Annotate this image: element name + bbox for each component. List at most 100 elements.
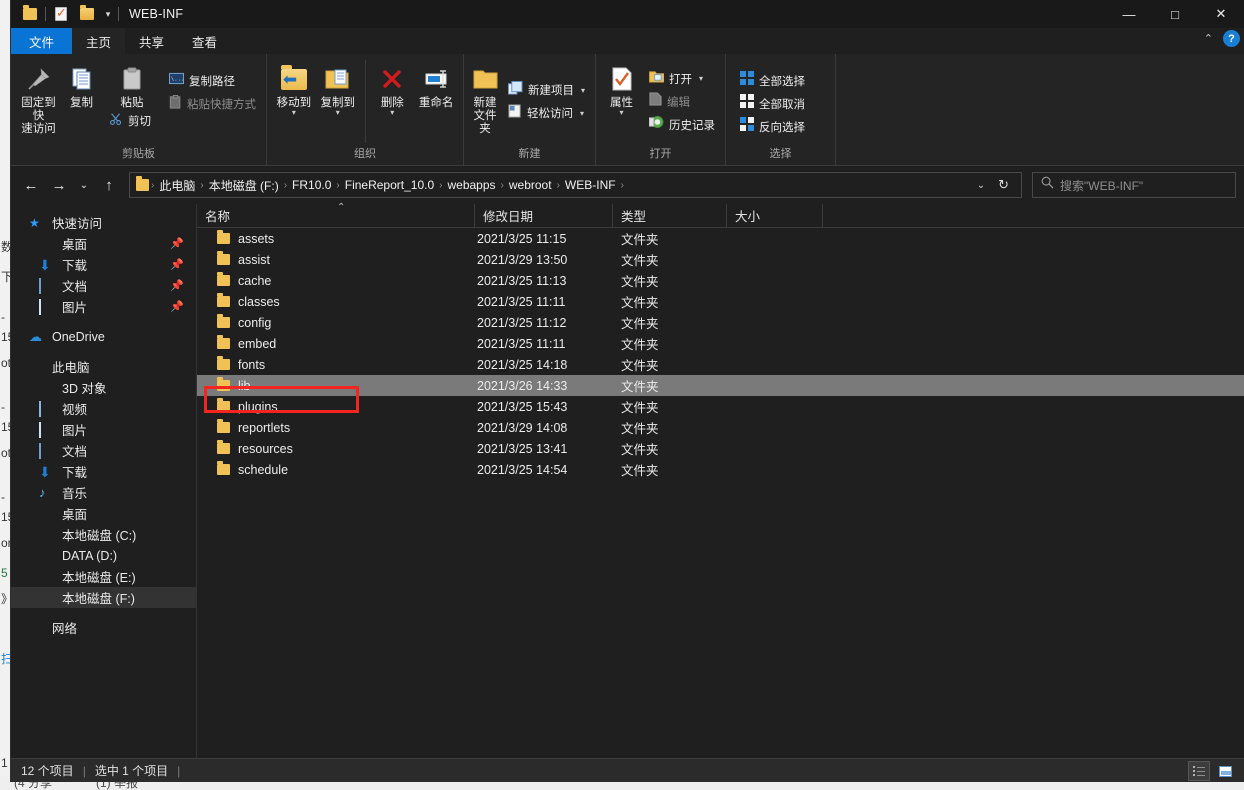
new-folder-button[interactable]: 新建 文件夹	[470, 58, 500, 145]
select-all-button[interactable]: 全部选择	[736, 70, 809, 92]
table-row[interactable]: schedule 2021/3/25 14:54 文件夹	[197, 459, 1244, 480]
breadcrumb-item-webroot[interactable]: webroot	[504, 178, 557, 192]
pin-icon[interactable]: 📌	[170, 279, 184, 292]
sidebar-item-downloads-pc[interactable]: ⬇ 下载	[11, 461, 196, 482]
sidebar-item-drive-c[interactable]: 本地磁盘 (C:)	[11, 524, 196, 545]
table-row[interactable]: classes 2021/3/25 11:11 文件夹	[197, 291, 1244, 312]
pin-icon[interactable]: 📌	[170, 237, 184, 250]
sidebar-item-documents-pc[interactable]: 文档	[11, 440, 196, 461]
new-item-button[interactable]: 新建项目 ▾	[504, 79, 589, 101]
breadcrumb-item-fr10[interactable]: FR10.0	[287, 178, 336, 192]
minimize-button[interactable]: —	[1106, 0, 1152, 28]
up-button[interactable]: ↑	[97, 173, 121, 197]
details-view-button[interactable]	[1188, 761, 1210, 781]
chevron-down-icon[interactable]: ▾	[390, 109, 394, 117]
column-header-type[interactable]: 类型	[613, 203, 727, 228]
table-row[interactable]: lib 2021/3/26 14:33 文件夹	[197, 375, 1244, 396]
new-item-label: 新建项目	[527, 85, 574, 97]
pin-icon[interactable]: 📌	[170, 300, 184, 313]
paste-button[interactable]: 粘贴	[103, 58, 161, 110]
breadcrumb-item-drive-f[interactable]: 本地磁盘 (F:)	[204, 177, 284, 194]
sidebar-item-this-pc[interactable]: 此电脑	[11, 356, 196, 377]
sidebar-item-desktop-pc[interactable]: 桌面	[11, 503, 196, 524]
chevron-down-icon[interactable]: ▾	[292, 109, 296, 117]
collapse-ribbon-icon[interactable]: ⌃	[1204, 32, 1213, 45]
column-header-name[interactable]: 名称	[197, 203, 475, 228]
rename-button[interactable]: 重命名	[415, 58, 457, 145]
table-row[interactable]: config 2021/3/25 11:12 文件夹	[197, 312, 1244, 333]
chevron-down-icon[interactable]: ▾	[619, 109, 623, 117]
breadcrumb-item-webinf[interactable]: WEB-INF	[560, 178, 621, 192]
sidebar-item-drive-f[interactable]: 本地磁盘 (F:)	[11, 587, 196, 608]
chevron-down-icon[interactable]: ▾	[581, 86, 585, 95]
sidebar-item-music[interactable]: ♪ 音乐	[11, 482, 196, 503]
address-dropdown-icon[interactable]: ⌄	[970, 180, 992, 191]
column-header-date[interactable]: 修改日期	[475, 203, 613, 228]
table-row[interactable]: cache 2021/3/25 11:13 文件夹	[197, 270, 1244, 291]
qat-properties-button[interactable]	[48, 2, 74, 26]
table-row[interactable]: embed 2021/3/25 11:11 文件夹	[197, 333, 1244, 354]
table-row[interactable]: plugins 2021/3/25 15:43 文件夹	[197, 396, 1244, 417]
table-row[interactable]: assets 2021/3/25 11:15 文件夹	[197, 228, 1244, 249]
qat-folder-button[interactable]	[17, 2, 43, 26]
sidebar-item-documents[interactable]: 文档 📌	[11, 275, 196, 296]
qat-dropdown-button[interactable]: ▾	[100, 2, 116, 26]
refresh-icon[interactable]: ↻	[992, 177, 1015, 193]
pin-icon[interactable]: 📌	[170, 258, 184, 271]
chevron-down-icon[interactable]: ▾	[580, 109, 584, 118]
edit-button[interactable]: 编辑	[645, 91, 719, 113]
forward-button[interactable]: →	[47, 173, 71, 197]
recent-locations-button[interactable]: ⌄	[75, 173, 93, 197]
move-to-button[interactable]: ⬅ 移动到 ▾	[273, 58, 315, 145]
breadcrumb-item-webapps[interactable]: webapps	[442, 178, 500, 192]
tab-home[interactable]: 主页	[72, 28, 126, 54]
copy-to-button[interactable]: 复制到 ▾	[317, 58, 359, 145]
cut-button[interactable]: 剪切	[103, 110, 161, 132]
sidebar-item-label: 本地磁盘 (C:)	[62, 529, 137, 543]
status-separator: |	[177, 763, 181, 778]
tab-file[interactable]: 文件	[11, 28, 73, 54]
maximize-button[interactable]: □	[1152, 0, 1198, 28]
file-date-cell: 2021/3/25 11:12	[477, 315, 567, 330]
help-icon[interactable]: ?	[1223, 30, 1240, 47]
sidebar-item-3d-objects[interactable]: 3D 对象	[11, 377, 196, 398]
breadcrumb[interactable]: › 此电脑 › 本地磁盘 (F:) › FR10.0 › FineReport_…	[129, 172, 1022, 198]
copy-button[interactable]: 复制	[60, 58, 103, 145]
sidebar-item-drive-e[interactable]: 本地磁盘 (E:)	[11, 566, 196, 587]
sidebar-item-desktop[interactable]: 桌面 📌	[11, 233, 196, 254]
sidebar-item-videos[interactable]: 视频	[11, 398, 196, 419]
chevron-down-icon[interactable]: ▾	[336, 109, 340, 117]
sidebar-item-drive-d[interactable]: DATA (D:)	[11, 545, 196, 566]
search-box[interactable]: 搜索"WEB-INF"	[1032, 172, 1236, 198]
table-row[interactable]: fonts 2021/3/25 14:18 文件夹	[197, 354, 1244, 375]
pin-to-quick-access-button[interactable]: 固定到快 速访问	[17, 58, 60, 145]
sidebar-item-onedrive[interactable]: ☁ OneDrive	[11, 326, 196, 347]
select-none-button[interactable]: 全部取消	[736, 93, 809, 115]
column-header-size[interactable]: 大小	[727, 203, 823, 228]
paste-shortcut-button[interactable]: 粘贴快捷方式	[165, 93, 260, 115]
invert-selection-button[interactable]: 反向选择	[736, 116, 809, 138]
copy-path-button[interactable]: \... 复制路径	[165, 70, 260, 92]
table-row[interactable]: reportlets 2021/3/29 14:08 文件夹	[197, 417, 1244, 438]
chevron-down-icon[interactable]: ▾	[699, 74, 703, 83]
breadcrumb-item-finereport[interactable]: FineReport_10.0	[340, 178, 439, 192]
sidebar-item-pictures[interactable]: 图片 📌	[11, 296, 196, 317]
close-button[interactable]: ✕	[1198, 0, 1244, 28]
easy-access-button[interactable]: 轻松访问 ▾	[504, 102, 589, 124]
breadcrumb-item-this-pc[interactable]: 此电脑	[154, 177, 200, 194]
delete-button[interactable]: 删除 ▾	[371, 58, 413, 145]
back-button[interactable]: ←	[19, 173, 43, 197]
qat-new-folder-button[interactable]	[74, 2, 100, 26]
history-button[interactable]: 历史记录	[645, 114, 719, 136]
table-row[interactable]: resources 2021/3/25 13:41 文件夹	[197, 438, 1244, 459]
sidebar-item-label: 文档	[62, 445, 88, 459]
table-row[interactable]: assist 2021/3/29 13:50 文件夹	[197, 249, 1244, 270]
open-button[interactable]: 打开 ▾	[645, 68, 719, 90]
sidebar-item-network[interactable]: 网络	[11, 617, 196, 638]
sidebar-item-downloads[interactable]: ⬇ 下载 📌	[11, 254, 196, 275]
large-icons-view-button[interactable]	[1214, 761, 1236, 781]
sidebar-item-pictures-pc[interactable]: 图片	[11, 419, 196, 440]
properties-button[interactable]: 属性 ▾	[602, 58, 641, 145]
sidebar-item-quick-access[interactable]: ★ 快速访问	[11, 212, 196, 233]
bg-fragment: -	[1, 400, 5, 414]
